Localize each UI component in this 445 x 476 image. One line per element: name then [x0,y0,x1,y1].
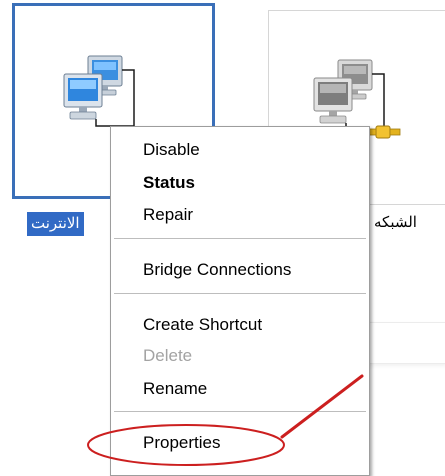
menu-separator [114,293,366,294]
menu-item-bridge-connections[interactable]: Bridge Connections [143,259,291,281]
menu-separator [114,411,366,412]
desktop-stage: الانترنت الشبكه Disable Status Repair Br… [0,0,445,476]
menu-separator [114,238,366,239]
menu-item-properties[interactable]: Properties [143,432,220,454]
menu-item-rename[interactable]: Rename [143,378,207,400]
menu-item-create-shortcut[interactable]: Create Shortcut [143,314,262,336]
connection-label-lan[interactable]: الشبكه [374,211,417,235]
menu-item-status[interactable]: Status [143,172,195,194]
menu-item-delete: Delete [143,346,193,365]
connection-label-internet[interactable]: الانترنت [27,212,84,236]
context-menu: Disable Status Repair Bridge Connections… [110,126,370,476]
menu-item-repair[interactable]: Repair [143,204,193,226]
menu-item-disable[interactable]: Disable [143,139,200,161]
